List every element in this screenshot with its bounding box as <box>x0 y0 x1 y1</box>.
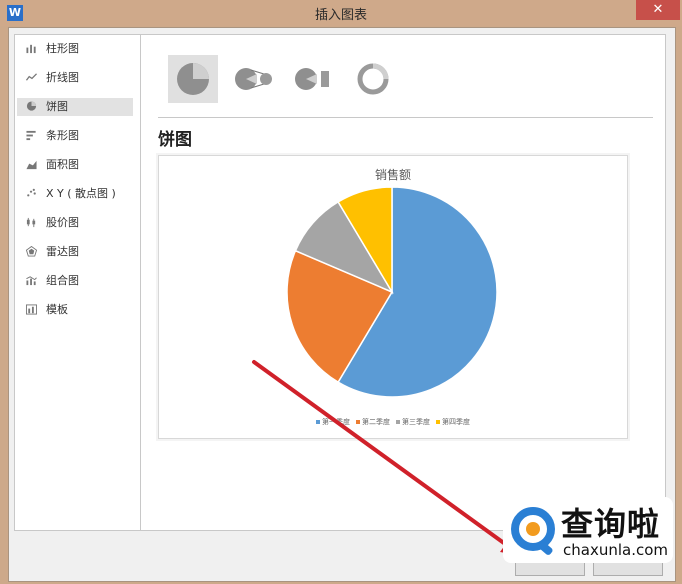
chart-legend: 第一季度 第二季度 第三季度 第四季度 <box>159 417 627 427</box>
template-icon <box>26 304 37 315</box>
legend-item: 第三季度 <box>396 417 430 427</box>
pie-chart-icon <box>26 101 37 111</box>
legend-item: 第二季度 <box>356 417 390 427</box>
area-chart-icon <box>26 160 37 170</box>
legend-label: 第四季度 <box>442 418 470 426</box>
sidebar-item-label: 面积图 <box>46 158 79 171</box>
radar-chart-icon <box>25 246 38 257</box>
sidebar-item-label: 条形图 <box>46 129 79 142</box>
sidebar-item-label: 折线图 <box>46 71 79 84</box>
window-title: 插入图表 <box>314 8 367 23</box>
sidebar-item-label: 股价图 <box>46 216 79 229</box>
pie-of-pie-subtype-icon <box>235 68 272 90</box>
legend-item: 第一季度 <box>316 417 350 427</box>
sidebar-item-bar-chart[interactable]: 条形图 <box>17 127 133 145</box>
watermark-logo-icon <box>511 507 555 555</box>
legend-item: 第四季度 <box>436 417 470 427</box>
legend-label: 第二季度 <box>362 418 390 426</box>
sidebar-item-scatter-chart[interactable]: X Y ( 散点图 ) <box>17 185 133 203</box>
watermark: 查询啦 chaxunla.com <box>503 497 673 563</box>
sidebar-item-label: X Y ( 散点图 ) <box>46 187 116 200</box>
legend-swatch <box>396 420 400 424</box>
chart-preview: 销售额 第一季度 第二季度 第三季度 第四季度 <box>158 155 628 439</box>
scatter-chart-icon <box>27 188 36 197</box>
legend-swatch <box>316 420 320 424</box>
sidebar-item-column-chart[interactable]: 柱形图 <box>17 40 133 58</box>
title-bar: W 插入图表 ✕ <box>0 0 682 26</box>
chart-preview-panel: 饼图 销售额 第一季度 第二季度 第三季度 第四季度 <box>140 34 666 531</box>
sidebar-item-label: 饼图 <box>46 100 68 113</box>
pie-of-pie-subtype-thumb[interactable] <box>228 55 278 103</box>
doughnut-subtype-icon <box>357 63 389 95</box>
chart-type-list: 柱形图折线图饼图条形图面积图 X Y ( 散点图 ) 股价图雷达图组合图模板 <box>14 34 141 531</box>
sidebar-item-area-chart[interactable]: 面积图 <box>17 156 133 174</box>
legend-label: 第三季度 <box>402 418 430 426</box>
sidebar-item-line-chart[interactable]: 折线图 <box>17 69 133 87</box>
pie-subtype-icon <box>177 63 209 95</box>
bar-of-pie-subtype-thumb[interactable] <box>288 55 338 103</box>
sidebar-item-combo-chart[interactable]: 组合图 <box>17 272 133 290</box>
sidebar-item-radar-chart[interactable]: 雷达图 <box>17 243 133 261</box>
pie-chart <box>286 186 498 398</box>
sidebar-item-template[interactable]: 模板 <box>17 301 133 319</box>
close-button[interactable]: ✕ <box>636 0 680 20</box>
watermark-text-en: chaxunla.com <box>563 541 668 559</box>
combo-chart-icon <box>26 276 37 286</box>
legend-swatch <box>436 420 440 424</box>
column-chart-icon <box>26 44 36 54</box>
divider <box>158 117 653 118</box>
bar-of-pie-subtype-icon <box>295 68 329 90</box>
stock-chart-icon <box>26 217 36 228</box>
legend-label: 第一季度 <box>322 418 350 426</box>
line-chart-icon <box>25 73 37 81</box>
bar-chart-icon <box>26 130 36 141</box>
sidebar-item-label: 模板 <box>46 303 68 316</box>
sidebar-item-stock-chart[interactable]: 股价图 <box>17 214 133 232</box>
sidebar-item-label: 雷达图 <box>46 245 79 258</box>
sidebar-item-label: 柱形图 <box>46 42 79 55</box>
sidebar-item-label: 组合图 <box>46 274 79 287</box>
watermark-text-cn: 查询啦 <box>561 505 661 543</box>
section-title: 饼图 <box>158 130 192 150</box>
doughnut-subtype-thumb[interactable] <box>348 55 398 103</box>
sidebar-item-pie-chart[interactable]: 饼图 <box>17 98 133 116</box>
legend-swatch <box>356 420 360 424</box>
pie-subtype-thumb[interactable] <box>168 55 218 103</box>
